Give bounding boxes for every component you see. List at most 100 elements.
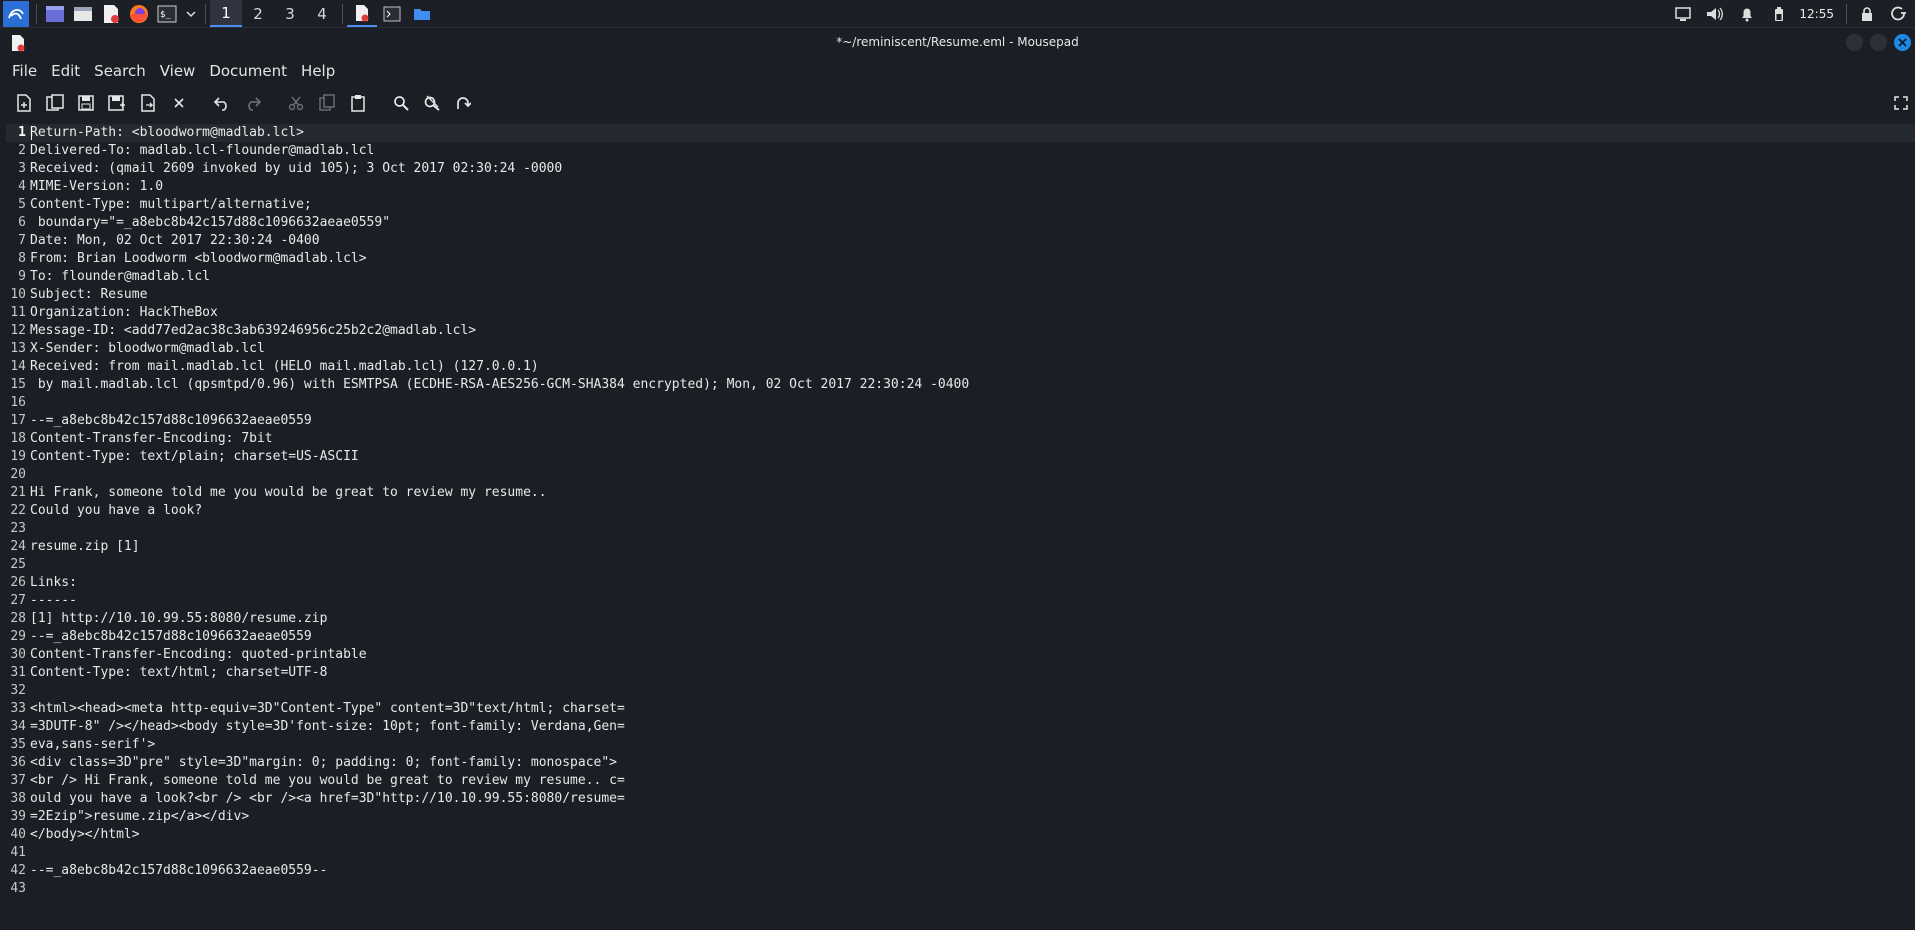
editor-line[interactable]: 40 </body></html> — [6, 826, 1915, 844]
editor-line[interactable]: 17 --=_a8ebc8b42c157d88c1096632aeae0559 — [6, 412, 1915, 430]
taskbar-window-mousepad[interactable] — [347, 0, 377, 27]
editor-line[interactable]: 35 eva,sans-serif'> — [6, 736, 1915, 754]
text-editor-launcher-icon[interactable] — [100, 3, 122, 25]
line-number: 40 — [10, 827, 26, 842]
close-icon[interactable] — [166, 90, 192, 116]
editor-line[interactable]: 8 From: Brian Loodworm <bloodworm@madlab.… — [6, 250, 1915, 268]
line-text: <html><head><meta http-equiv=3D"Content-… — [30, 701, 625, 716]
line-text: --=_a8ebc8b42c157d88c1096632aeae0559 — [30, 413, 312, 428]
line-number: 21 — [10, 485, 26, 500]
editor-line[interactable]: 15 by mail.madlab.lcl (qpsmtpd/0.96) wit… — [6, 376, 1915, 394]
editor-line[interactable]: 20 — [6, 466, 1915, 484]
editor-line[interactable]: 32 — [6, 682, 1915, 700]
editor-line[interactable]: 11 Organization: HackTheBox — [6, 304, 1915, 322]
firefox-icon[interactable] — [128, 3, 150, 25]
line-number: 15 — [10, 377, 26, 392]
menu-file[interactable]: File — [6, 62, 43, 80]
show-desktop-icon[interactable] — [44, 3, 66, 25]
volume-icon[interactable] — [1703, 3, 1727, 25]
close-button[interactable] — [1894, 34, 1911, 51]
editor-line[interactable]: 39 =2Ezip">resume.zip</a></div> — [6, 808, 1915, 826]
editor-line[interactable]: 5 Content-Type: multipart/alternative; — [6, 196, 1915, 214]
editor-line[interactable]: 33 <html><head><meta http-equiv=3D"Conten… — [6, 700, 1915, 718]
editor-line[interactable]: 2 Delivered-To: madlab.lcl-flounder@madla… — [6, 142, 1915, 160]
fullscreen-icon[interactable] — [1890, 92, 1912, 114]
editor-line[interactable]: 34 =3DUTF-8" /></head><body style=3D'font… — [6, 718, 1915, 736]
line-number: 26 — [10, 575, 26, 590]
editor-line[interactable]: 36 <div class=3D"pre" style=3D"margin: 0;… — [6, 754, 1915, 772]
editor-line[interactable]: 21 Hi Frank, someone told me you would be… — [6, 484, 1915, 502]
maximize-button[interactable] — [1870, 34, 1887, 51]
save-icon[interactable] — [73, 90, 99, 116]
reload-icon[interactable] — [135, 90, 161, 116]
editor-line[interactable]: 3 Received: (qmail 2609 invoked by uid 10… — [6, 160, 1915, 178]
new-window-icon[interactable] — [42, 90, 68, 116]
find-replace-icon[interactable] — [419, 90, 445, 116]
editor-line[interactable]: 9 To: flounder@madlab.lcl — [6, 268, 1915, 286]
menu-help[interactable]: Help — [295, 62, 341, 80]
editor-line[interactable]: 13 X-Sender: bloodworm@madlab.lcl — [6, 340, 1915, 358]
file-manager-icon[interactable] — [72, 3, 94, 25]
editor-line[interactable]: 16 — [6, 394, 1915, 412]
editor-line[interactable]: 41 — [6, 844, 1915, 862]
editor-line[interactable]: 23 — [6, 520, 1915, 538]
editor-line[interactable]: 24 resume.zip [1] — [6, 538, 1915, 556]
editor-line[interactable]: 28 [1] http://10.10.99.55:8080/resume.zip — [6, 610, 1915, 628]
menu-view[interactable]: View — [154, 62, 202, 80]
text-editor[interactable]: 1 Return-Path: <bloodworm@madlab.lcl> 2 Del… — [6, 124, 1915, 930]
logout-icon[interactable] — [1887, 3, 1911, 25]
menu-document[interactable]: Document — [203, 62, 293, 80]
workspace-1[interactable]: 1 — [210, 0, 242, 27]
notifications-icon[interactable] — [1735, 3, 1759, 25]
display-icon[interactable] — [1671, 3, 1695, 25]
editor-line[interactable]: 31 Content-Type: text/html; charset=UTF-8 — [6, 664, 1915, 682]
workspace-2[interactable]: 2 — [242, 0, 274, 27]
editor-line[interactable]: 4 MIME-Version: 1.0 — [6, 178, 1915, 196]
editor-line[interactable]: 25 — [6, 556, 1915, 574]
editor-line[interactable]: 26 Links: — [6, 574, 1915, 592]
lock-icon[interactable] — [1855, 3, 1879, 25]
editor-line[interactable]: 1 Return-Path: <bloodworm@madlab.lcl> — [6, 124, 1915, 142]
kali-menu-icon[interactable] — [3, 0, 29, 27]
line-text: Content-Type: multipart/alternative; — [30, 197, 312, 212]
minimize-button[interactable] — [1846, 34, 1863, 51]
editor-line[interactable]: 10 Subject: Resume — [6, 286, 1915, 304]
editor-line[interactable]: 43 — [6, 880, 1915, 898]
taskbar-window-terminal[interactable] — [377, 0, 407, 27]
menu-edit[interactable]: Edit — [45, 62, 86, 80]
editor-line[interactable]: 7 Date: Mon, 02 Oct 2017 22:30:24 -0400 — [6, 232, 1915, 250]
save-as-icon[interactable] — [104, 90, 130, 116]
new-document-icon[interactable] — [11, 90, 37, 116]
editor-line[interactable]: 6 boundary="=_a8ebc8b42c157d88c1096632ae… — [6, 214, 1915, 232]
editor-line[interactable]: 29 --=_a8ebc8b42c157d88c1096632aeae0559 — [6, 628, 1915, 646]
line-number: 36 — [10, 755, 26, 770]
editor-line[interactable]: 42 --=_a8ebc8b42c157d88c1096632aeae0559-- — [6, 862, 1915, 880]
clock[interactable]: 12:55 — [1799, 7, 1834, 21]
editor-line[interactable]: 38 ould you have a look?<br /> <br /><a h… — [6, 790, 1915, 808]
chevron-down-icon[interactable] — [184, 3, 198, 25]
copy-icon[interactable] — [314, 90, 340, 116]
window-titlebar[interactable]: *~/reminiscent/Resume.eml - Mousepad — [0, 28, 1915, 58]
find-icon[interactable] — [388, 90, 414, 116]
power-manager-icon[interactable] — [1767, 3, 1791, 25]
taskbar-window-files[interactable] — [407, 0, 437, 27]
terminal-launcher-icon[interactable]: $_ — [156, 3, 178, 25]
editor-line[interactable]: 18 Content-Transfer-Encoding: 7bit — [6, 430, 1915, 448]
go-to-line-icon[interactable] — [450, 90, 476, 116]
editor-line[interactable]: 37 <br /> Hi Frank, someone told me you w… — [6, 772, 1915, 790]
workspace-4[interactable]: 4 — [306, 0, 338, 27]
editor-line[interactable]: 22 Could you have a look? — [6, 502, 1915, 520]
line-number: 23 — [10, 521, 26, 536]
undo-icon[interactable] — [209, 90, 235, 116]
workspace-3[interactable]: 3 — [274, 0, 306, 27]
redo-icon[interactable] — [240, 90, 266, 116]
editor-line[interactable]: 12 Message-ID: <add77ed2ac38c3ab639246956… — [6, 322, 1915, 340]
line-number: 30 — [10, 647, 26, 662]
editor-line[interactable]: 19 Content-Type: text/plain; charset=US-A… — [6, 448, 1915, 466]
editor-line[interactable]: 30 Content-Transfer-Encoding: quoted-prin… — [6, 646, 1915, 664]
editor-line[interactable]: 14 Received: from mail.madlab.lcl (HELO m… — [6, 358, 1915, 376]
paste-icon[interactable] — [345, 90, 371, 116]
editor-line[interactable]: 27 ------ — [6, 592, 1915, 610]
cut-icon[interactable] — [283, 90, 309, 116]
menu-search[interactable]: Search — [88, 62, 152, 80]
